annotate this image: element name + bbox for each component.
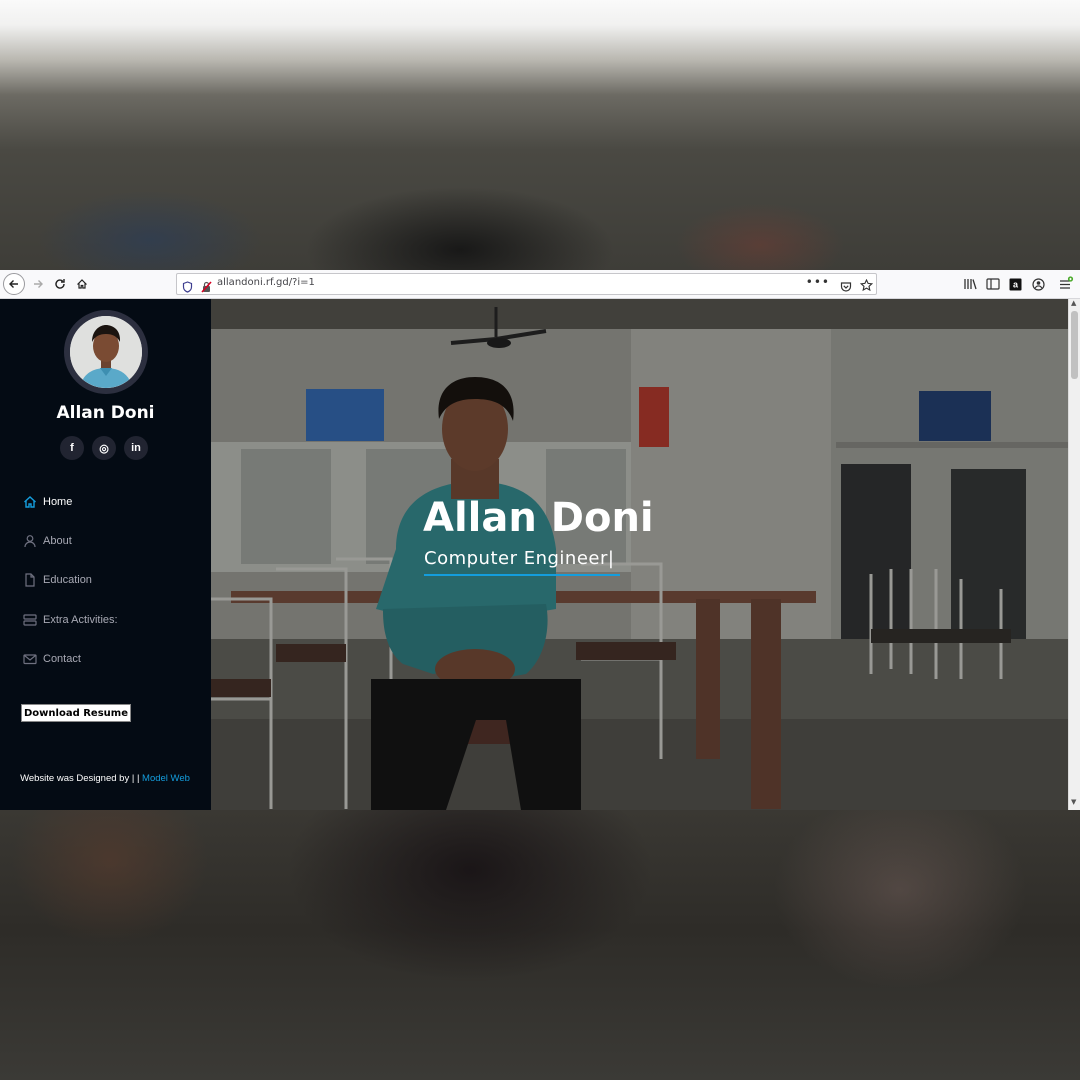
- forward-arrow-icon: [34, 280, 43, 288]
- server-icon: [22, 612, 37, 627]
- blurred-background-top: [0, 0, 1080, 270]
- linkedin-icon[interactable]: in: [124, 436, 148, 460]
- reload-icon: [55, 279, 65, 289]
- instagram-icon[interactable]: ◎: [92, 436, 116, 460]
- nav-item-extra-activities[interactable]: Extra Activities:: [0, 600, 211, 639]
- user-icon: [22, 534, 37, 549]
- profile-name: Allan Doni: [56, 403, 155, 423]
- facebook-icon[interactable]: f: [60, 436, 84, 460]
- avatar: [64, 310, 148, 394]
- hero-overlay: [211, 299, 1068, 810]
- nav-item-about[interactable]: About: [0, 521, 211, 560]
- pocket-icon[interactable]: [840, 278, 852, 297]
- nav-label-contact: Contact: [43, 653, 81, 666]
- nav-item-education[interactable]: Education: [0, 561, 211, 600]
- home-icon: [22, 494, 37, 509]
- page-scrollbar[interactable]: ▲ ▼: [1068, 299, 1080, 810]
- file-icon: [22, 573, 37, 588]
- footer-credit: Website was Designed by | | Model Web: [20, 772, 190, 786]
- social-links: f ◎ in: [60, 436, 148, 460]
- hero-title: Allan Doni: [423, 495, 654, 541]
- reload-button[interactable]: [49, 273, 71, 295]
- amazon-icon[interactable]: a: [1007, 276, 1023, 292]
- home-icon: [77, 279, 87, 289]
- page-viewport: Allan Doni f ◎ in Home About Education E…: [0, 299, 1080, 810]
- library-icon[interactable]: [962, 276, 978, 292]
- back-arrow-icon: [9, 280, 18, 288]
- sidebar-nav: Home About Education Extra Activities: C…: [0, 482, 211, 679]
- scroll-up-icon[interactable]: ▲: [1071, 299, 1076, 307]
- envelope-icon: [22, 652, 37, 667]
- nav-item-home[interactable]: Home: [0, 482, 211, 521]
- sidebar-icon[interactable]: [985, 276, 1001, 292]
- nav-item-contact[interactable]: Contact: [0, 640, 211, 679]
- hero-section: Allan Doni Computer Engineer|: [211, 299, 1068, 810]
- url-text[interactable]: allandoni.rf.gd/?i=1: [217, 277, 315, 288]
- account-icon[interactable]: [1030, 276, 1046, 292]
- scroll-thumb[interactable]: [1071, 311, 1078, 379]
- credit-text: Website was Designed by | |: [20, 773, 140, 784]
- download-resume-button[interactable]: Download Resume: [21, 704, 131, 722]
- insecure-lock-icon[interactable]: [201, 278, 212, 297]
- nav-label-extra-activities: Extra Activities:: [43, 613, 118, 626]
- browser-toolbar: allandoni.rf.gd/?i=1 ••• a: [0, 270, 1080, 299]
- bookmark-star-icon[interactable]: [859, 277, 874, 296]
- forward-button[interactable]: [27, 273, 49, 295]
- home-button[interactable]: [71, 273, 93, 295]
- url-bar[interactable]: allandoni.rf.gd/?i=1 •••: [176, 273, 877, 295]
- nav-label-about: About: [43, 535, 72, 548]
- nav-label-home: Home: [43, 495, 73, 508]
- page-actions-menu[interactable]: •••: [806, 275, 830, 289]
- sidebar: Allan Doni f ◎ in Home About Education E…: [0, 299, 211, 810]
- back-button[interactable]: [3, 273, 25, 295]
- scroll-down-icon[interactable]: ▼: [1071, 798, 1076, 806]
- blurred-background-bottom: [0, 810, 1080, 1080]
- nav-label-education: Education: [43, 574, 92, 587]
- hero-subtitle: Computer Engineer|: [424, 548, 615, 569]
- menu-icon[interactable]: [1058, 276, 1074, 292]
- hero-subtitle-underline: [424, 574, 620, 576]
- shield-icon[interactable]: [182, 278, 193, 297]
- credit-link[interactable]: Model Web: [142, 773, 190, 784]
